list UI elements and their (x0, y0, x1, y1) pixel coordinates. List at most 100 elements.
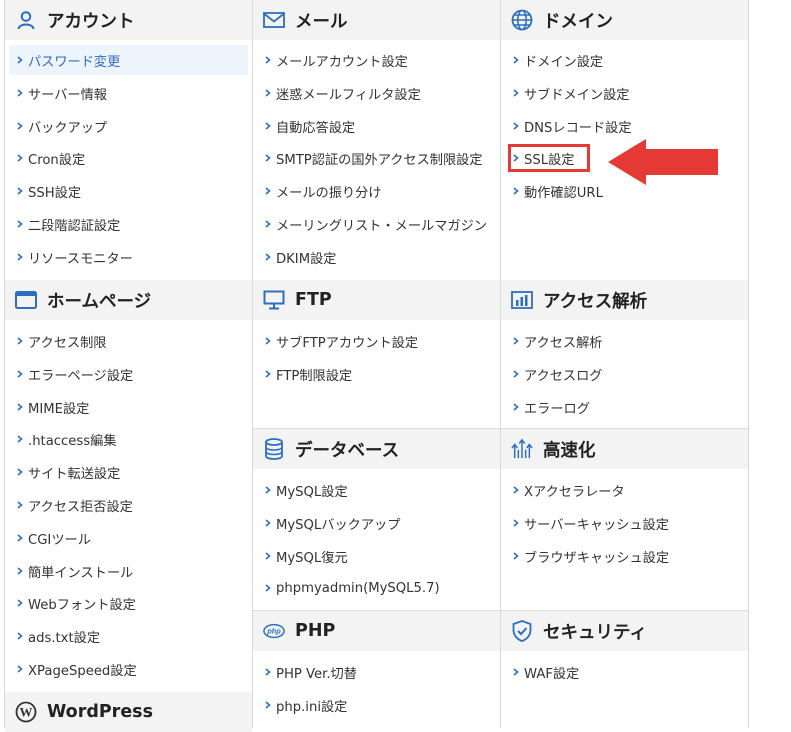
menu-item-mysql-backup[interactable]: MySQLバックアップ (257, 508, 496, 538)
chevron-right-icon (513, 668, 523, 676)
menu-item-mail-account[interactable]: メールアカウント設定 (257, 45, 496, 75)
menu-item-password-change[interactable]: パスワード変更 (9, 45, 248, 75)
chevron-right-icon (265, 337, 275, 345)
section-title: データベース (295, 440, 400, 461)
menu-item-ftp-restriction[interactable]: FTP制限設定 (257, 359, 496, 389)
menu-item-domain-settings[interactable]: ドメイン設定 (505, 45, 744, 75)
chevron-right-icon (17, 122, 27, 130)
menu-item-dkim[interactable]: DKIM設定 (257, 242, 496, 272)
chevron-right-icon (17, 89, 27, 97)
chevron-right-icon (265, 584, 275, 592)
section-title: アクセス解析 (543, 291, 648, 312)
bar-chart-icon (511, 289, 533, 311)
menu-item-sub-ftp-account[interactable]: サブFTPアカウント設定 (257, 326, 496, 356)
menu-item-php-version[interactable]: PHP Ver.切替 (257, 657, 496, 687)
menu-item-2fa[interactable]: 二段階認証設定 (9, 209, 248, 239)
chevron-right-icon (17, 435, 27, 443)
menu-item-smtp-restriction[interactable]: SMTP認証の国外アクセス制限設定 (257, 143, 496, 173)
menu-item-waf[interactable]: WAF設定 (505, 657, 744, 687)
menu-item-mime[interactable]: MIME設定 (9, 392, 248, 422)
chevron-right-icon (265, 668, 275, 676)
section-divider (501, 428, 748, 429)
svg-text:W: W (20, 705, 33, 720)
chevron-right-icon (265, 89, 275, 97)
chevron-right-icon (17, 56, 27, 64)
menu-item-cron[interactable]: Cron設定 (9, 143, 248, 173)
chevron-right-icon (17, 665, 27, 673)
menu-item-spam-filter[interactable]: 迷惑メールフィルタ設定 (257, 78, 496, 108)
section-title: PHP (295, 621, 336, 641)
menu-item-access-analytics[interactable]: アクセス解析 (505, 326, 744, 356)
shield-icon (511, 620, 533, 642)
chevron-right-icon (265, 187, 275, 195)
menu-item-cgi-tools[interactable]: CGIツール (9, 523, 248, 553)
menu-item-ssh[interactable]: SSH設定 (9, 176, 248, 206)
menu-item-mail-sorting[interactable]: メールの振り分け (257, 176, 496, 206)
red-arrow-annotation (608, 139, 718, 185)
menu-item-server-info[interactable]: サーバー情報 (9, 78, 248, 108)
menu-item-site-redirect[interactable]: サイト転送設定 (9, 457, 248, 487)
column-middle: メール メールアカウント設定 迷惑メールフィルタ設定 自動応答設定 SMTP認証… (253, 0, 500, 728)
menu-item-mailing-list[interactable]: メーリングリスト・メールマガジン (257, 209, 496, 239)
menu-item-mysql[interactable]: MySQL設定 (257, 475, 496, 505)
chevron-right-icon (513, 552, 523, 560)
section-divider (253, 428, 500, 429)
monitor-icon (263, 289, 285, 311)
section-header-wordpress: W WordPress (5, 692, 252, 732)
menu-item-access-log[interactable]: アクセスログ (505, 359, 744, 389)
menu-item-easy-install[interactable]: 簡単インストール (9, 556, 248, 586)
chevron-right-icon (513, 486, 523, 494)
menu-item-web-font[interactable]: Webフォント設定 (9, 588, 248, 618)
menu-item-access-limit[interactable]: アクセス制限 (9, 326, 248, 356)
section-title: WordPress (47, 702, 154, 722)
section-header-security: セキュリティ (501, 611, 748, 651)
menu-item-php-ini[interactable]: php.ini設定 (257, 690, 496, 720)
svg-text:php: php (266, 627, 281, 636)
menu-item-error-page[interactable]: エラーページ設定 (9, 359, 248, 389)
user-icon (15, 9, 37, 31)
menu-item-ads-txt[interactable]: ads.txt設定 (9, 621, 248, 651)
chevron-right-icon (17, 403, 27, 411)
chevron-right-icon (265, 56, 275, 64)
menu-item-x-accelerator[interactable]: Xアクセラレータ (505, 475, 744, 505)
menu-item-xpagespeed[interactable]: XPageSpeed設定 (9, 654, 248, 684)
menu-item-mysql-restore[interactable]: MySQL復元 (257, 541, 496, 571)
chevron-right-icon (513, 187, 523, 195)
section-header-domain: ドメイン (501, 0, 748, 40)
menu-item-error-log[interactable]: エラーログ (505, 392, 744, 422)
chevron-right-icon (265, 220, 275, 228)
menu-item-browser-cache[interactable]: ブラウザキャッシュ設定 (505, 541, 744, 571)
menu-item-server-cache[interactable]: サーバーキャッシュ設定 (505, 508, 744, 538)
section-title: ホームページ (47, 291, 152, 312)
mail-icon (263, 9, 285, 31)
section-title: アカウント (47, 11, 135, 32)
chevron-right-icon (17, 253, 27, 261)
menu-item-access-deny[interactable]: アクセス拒否設定 (9, 490, 248, 520)
section-header-homepage: ホームページ (5, 280, 252, 320)
chevron-right-icon (265, 370, 275, 378)
section-title: ドメイン (543, 11, 613, 32)
column-left: アカウント パスワード変更 サーバー情報 バックアップ Cron設定 SSH設定… (5, 0, 252, 732)
column-divider (748, 0, 749, 728)
ssl-highlight-box (508, 144, 590, 172)
globe-icon (511, 9, 533, 31)
chevron-right-icon (513, 403, 523, 411)
menu-item-resource-monitor[interactable]: リソースモニター (9, 242, 248, 272)
section-header-access: アクセス解析 (501, 280, 748, 320)
chevron-right-icon (17, 220, 27, 228)
menu-item-auto-reply[interactable]: 自動応答設定 (257, 111, 496, 141)
chevron-right-icon (513, 370, 523, 378)
chevron-right-icon (265, 519, 275, 527)
menu-item-subdomain[interactable]: サブドメイン設定 (505, 78, 744, 108)
menu-item-backup[interactable]: バックアップ (9, 111, 248, 141)
section-header-mail: メール (253, 0, 500, 40)
wordpress-icon: W (15, 701, 37, 723)
menu-item-phpmyadmin[interactable]: phpmyadmin(MySQL5.7) (257, 573, 496, 603)
chevron-right-icon (265, 486, 275, 494)
menu-item-htaccess[interactable]: .htaccess編集 (9, 424, 248, 454)
column-right: ドメイン ドメイン設定 サブドメイン設定 DNSレコード設定 SSL設定 動作確… (501, 0, 748, 728)
section-divider (253, 610, 500, 611)
php-icon: php (263, 620, 285, 642)
chevron-right-icon (17, 154, 27, 162)
chevron-right-icon (513, 89, 523, 97)
